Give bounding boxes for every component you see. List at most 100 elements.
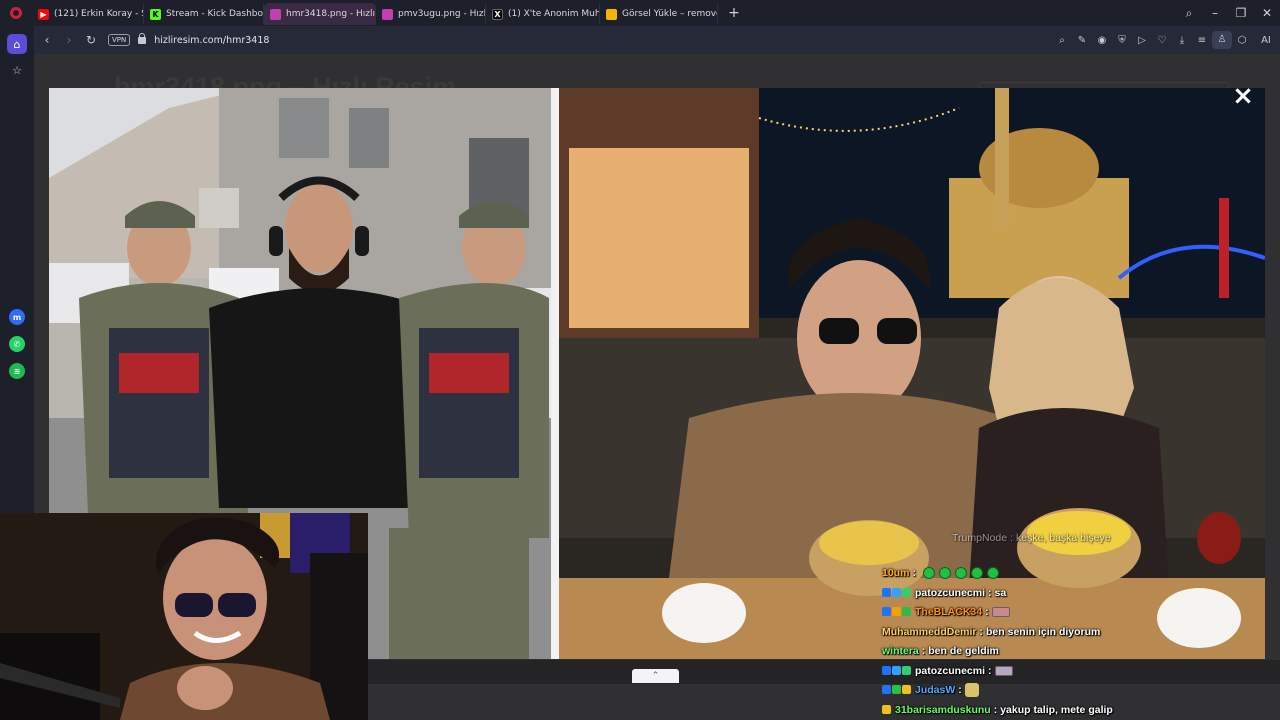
badge-icon (902, 588, 911, 597)
chat-message: MuhammeddDemir : ben senin için diyorum (882, 625, 1101, 638)
toolbar: ⌕ ✎ ◉ ⛨ ▷ ♡ ⤓ ≡ ♙ ⬡ AI (1052, 26, 1280, 54)
tab-hmr3418[interactable]: hmr3418.png - Hızlı Resim (264, 3, 376, 25)
shield-icon[interactable]: ⛨ (1112, 35, 1132, 46)
menu-icon[interactable]: ≡ (1192, 35, 1212, 46)
chat-username: TrumpNode (952, 531, 1008, 544)
chat-message: patozcunecmi : sa (882, 583, 1006, 602)
emote-icon (954, 566, 967, 579)
tab-x-anonim[interactable]: X (1) X'te Anonim Muhabir: (486, 3, 600, 25)
tab-label: hmr3418.png - Hızlı Resim (286, 9, 376, 19)
screen: ▶ (121) Erkin Koray - Şaş K Stream - Kic… (0, 0, 1280, 720)
divider (551, 88, 559, 659)
play-icon[interactable]: ▷ (1132, 35, 1152, 46)
ai-label: AI (1261, 34, 1271, 46)
chat-message: JudasW : (882, 680, 979, 699)
chat-text: ben de geldim (928, 644, 999, 657)
forward-icon[interactable]: › (58, 33, 80, 47)
x-icon: X (492, 8, 503, 20)
emote-icon (986, 566, 999, 579)
emote-icon (970, 566, 983, 579)
emote-icon (964, 682, 979, 697)
badge-icon (892, 666, 901, 675)
webcam-overlay (0, 513, 368, 720)
chat-message: patozcunecmi : (882, 661, 1013, 680)
expand-up-button[interactable]: ⌃ (632, 669, 679, 683)
badge-icon (882, 666, 891, 675)
chat-text: sa (994, 586, 1007, 599)
tab-label: pmv3ugu.png - Hızlı Resim (398, 9, 486, 19)
search-tabs-icon[interactable]: ⌕ (1176, 6, 1202, 21)
badge-icon (882, 588, 891, 597)
chat-username: 10um (882, 566, 910, 579)
messenger-icon[interactable]: m (9, 309, 25, 325)
badge-group (882, 607, 911, 616)
tab-label: (121) Erkin Koray - Şaş (54, 9, 143, 19)
chat-message: TheBLACK34 : (882, 602, 1010, 621)
chat-username: JudasW (915, 683, 956, 696)
vpn-badge[interactable]: VPN (108, 34, 131, 46)
search-icon[interactable]: ⌕ (1052, 35, 1072, 46)
emote-icon (938, 566, 951, 579)
badge-group (882, 666, 911, 675)
address-bar-row: ‹ › ↻ VPN hizliresim.com/hmr3418 ⌕ ✎ ◉ ⛨… (34, 26, 1280, 54)
window-controls: ⌕ – ❐ ✕ (1176, 0, 1280, 26)
tab-kick-dashboard[interactable]: K Stream - Kick Dashboard (144, 3, 264, 25)
minimize-icon[interactable]: – (1202, 6, 1228, 20)
tab-removebg[interactable]: Görsel Yükle – remove.bg (600, 3, 718, 25)
hizliresim-icon (382, 8, 393, 20)
kick-icon: K (150, 8, 161, 20)
extensions-icon[interactable]: ⬡ (1232, 35, 1252, 46)
url-field[interactable]: hizliresim.com/hmr3418 (154, 35, 269, 46)
emote-icon (994, 665, 1013, 676)
removebg-icon (606, 8, 617, 20)
close-window-icon[interactable]: ✕ (1254, 6, 1280, 20)
opera-logo[interactable] (0, 0, 32, 26)
tab-youtube[interactable]: ▶ (121) Erkin Koray - Şaş (32, 3, 144, 25)
ai-button[interactable]: AI (1252, 35, 1280, 46)
chat-text: yakup talip, mete galip (1000, 703, 1113, 716)
hizliresim-icon (270, 8, 281, 20)
reload-icon[interactable]: ↻ (80, 33, 102, 47)
chat-text: ben senin için diyorum (986, 625, 1101, 638)
download-icon[interactable]: ⤓ (1172, 35, 1192, 46)
badge-icon (882, 685, 891, 694)
camera-icon[interactable]: ◉ (1092, 35, 1112, 46)
whatsapp-icon[interactable]: ✆ (9, 336, 25, 352)
tab-pmv3ugu[interactable]: pmv3ugu.png - Hızlı Resim (376, 3, 486, 25)
chat-username: patozcunecmi (915, 664, 986, 677)
heart-icon[interactable]: ♡ (1152, 35, 1172, 46)
chat-username: patozcunecmi (915, 586, 986, 599)
emote-icon (991, 606, 1010, 617)
close-viewer-button[interactable]: × (1231, 83, 1255, 109)
chat-username: 31barisamduskunu (895, 703, 991, 716)
badge-group (882, 685, 911, 694)
profile-icon[interactable]: ♙ (1212, 31, 1232, 49)
chat-message: 31barisamduskunu : yakup talip, mete gal… (882, 700, 1113, 719)
badge-group (882, 588, 911, 597)
chat-text: keşke, başka bişeye (1015, 531, 1111, 544)
emote-icon (922, 566, 935, 579)
badge-icon (902, 607, 911, 616)
badge-icon (892, 607, 901, 616)
pinboard-icon[interactable]: ☆ (7, 60, 27, 80)
badge-icon (902, 666, 911, 675)
badge-icon (892, 588, 901, 597)
chat-username: MuhammeddDemir (882, 625, 977, 638)
back-icon[interactable]: ‹ (36, 33, 58, 47)
tab-label: Görsel Yükle – remove.bg (622, 9, 717, 19)
tab-bar: ▶ (121) Erkin Koray - Şaş K Stream - Kic… (0, 0, 1280, 26)
chat-message: TrumpNode : keşke, başka bişeye (952, 531, 1111, 544)
badge-icon (882, 705, 891, 714)
chat-message: wintera : ben de geldim (882, 644, 999, 657)
youtube-icon: ▶ (38, 8, 49, 20)
badge-icon (882, 607, 891, 616)
home-icon[interactable]: ⌂ (7, 34, 27, 54)
badge-icon (902, 685, 911, 694)
maximize-icon[interactable]: ❐ (1228, 6, 1254, 20)
new-tab-button[interactable]: + (724, 3, 744, 23)
spotify-icon[interactable]: ≋ (9, 363, 25, 379)
lock-icon[interactable] (138, 32, 147, 44)
badge-icon (892, 685, 901, 694)
chat-username: TheBLACK34 (915, 605, 983, 618)
edit-icon[interactable]: ✎ (1072, 35, 1092, 46)
